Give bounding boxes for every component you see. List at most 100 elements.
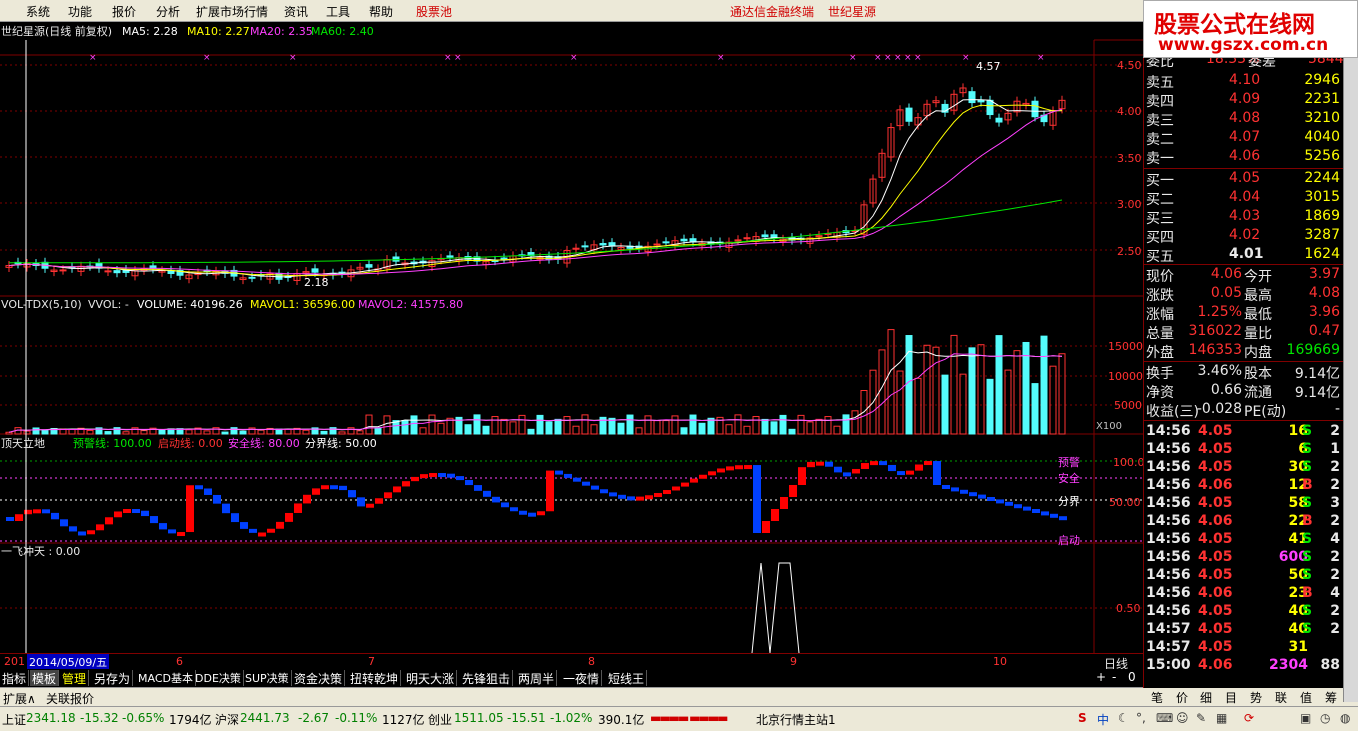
ask-volume: 2231 <box>1304 91 1340 107</box>
volume-bar <box>824 416 832 435</box>
signal-marker: × <box>962 53 970 63</box>
volume-bar <box>113 427 121 435</box>
candle-body <box>734 239 742 242</box>
sh-index-name[interactable]: 上证 <box>2 711 26 728</box>
tick-side: B <box>1302 585 1313 601</box>
ind1-block <box>177 532 185 537</box>
ind1-block <box>717 468 725 473</box>
tab-manage[interactable]: 管理 <box>60 670 90 686</box>
menu-ext-market[interactable]: 扩展市场行情 <box>196 3 268 20</box>
moon-icon[interactable]: ☾ <box>1118 711 1129 725</box>
price-tick: 4.00 <box>1117 105 1142 118</box>
ind1-block <box>96 524 104 531</box>
volume-bar <box>986 378 994 435</box>
volume-bar <box>680 427 688 435</box>
rtab-value[interactable]: 值 <box>1300 689 1312 706</box>
ind1-block <box>987 497 995 501</box>
stock-pool-button[interactable]: 股票池 <box>416 3 452 20</box>
server-name[interactable]: 北京行情主站1 <box>756 711 836 728</box>
tab-macd[interactable]: MACD基本 <box>136 670 196 686</box>
grid-icon[interactable]: ▦ <box>1216 711 1227 725</box>
user-icon[interactable]: ☺ <box>1176 711 1189 725</box>
add-button[interactable]: + <box>1096 670 1106 684</box>
tick-count: 2 <box>1330 549 1340 565</box>
sz-index-name[interactable]: 沪深 <box>215 711 239 728</box>
ind1-start-label: 启动线: 0.00 <box>158 436 223 450</box>
menu-function[interactable]: 功能 <box>68 3 92 20</box>
candle-body <box>662 241 670 244</box>
rtab-price[interactable]: 价 <box>1176 689 1188 706</box>
punct-icon[interactable]: °, <box>1136 711 1146 725</box>
remove-button[interactable]: - <box>1112 670 1116 684</box>
menu-analysis[interactable]: 分析 <box>156 3 180 20</box>
cy-index-name[interactable]: 创业 <box>428 711 452 728</box>
tab-capital[interactable]: 资金决策 <box>292 670 346 686</box>
tick-time: 14:57 <box>1146 639 1191 655</box>
zero-button[interactable]: 0 <box>1128 670 1136 684</box>
menu-news[interactable]: 资讯 <box>284 3 308 20</box>
rtab-detail[interactable]: 细 <box>1200 689 1212 706</box>
calc-icon[interactable]: ▣ <box>1300 711 1311 725</box>
candle-body <box>680 238 688 242</box>
ind1-block <box>1041 511 1049 516</box>
ind1-block <box>681 482 689 487</box>
stat-value: 169669 <box>1286 342 1340 358</box>
stat-label: 涨跌 <box>1146 288 1174 304</box>
ind1-block <box>276 521 284 529</box>
stat-value: 316022 <box>1188 323 1242 339</box>
tab-dde[interactable]: DDE决策 <box>193 670 244 686</box>
globe-icon[interactable]: ◍ <box>1340 711 1350 725</box>
low-price-label: 2.18 <box>304 276 329 289</box>
rtab-chips[interactable]: 筹 <box>1325 689 1337 706</box>
ind1-block <box>69 526 77 532</box>
volume-label: VOLUME: 40196.26 <box>137 298 243 311</box>
tab-overnight[interactable]: 一夜情 <box>561 670 603 686</box>
keyboard-icon[interactable]: ⌨ <box>1156 711 1173 725</box>
ime-chinese-icon[interactable]: 中 <box>1097 711 1109 728</box>
right-toolbar <box>1343 22 1358 702</box>
candle-body <box>905 107 913 122</box>
tab-save-as[interactable]: 另存为 <box>92 670 134 686</box>
tab-indicator[interactable]: 指标 <box>0 670 30 686</box>
rtab-tick[interactable]: 笔 <box>1151 689 1163 706</box>
refresh-icon[interactable]: ⟳ <box>1244 711 1254 725</box>
tab-short-king[interactable]: 短线王 <box>606 670 648 686</box>
date-tick: 10 <box>993 655 1007 668</box>
tab-sup[interactable]: SUP决策 <box>243 670 292 686</box>
volume-bar <box>410 415 418 435</box>
ind1-block <box>528 512 536 517</box>
stat-value: 0.47 <box>1308 323 1340 339</box>
tab-vanguard[interactable]: 先锋狙击 <box>460 670 514 686</box>
kline-chart-area[interactable]: × × × × × × × × × × × × × × × 世纪星源(日线 前复权) MA5: 2.28 M… <box>0 22 1143 653</box>
volume-bar <box>743 425 751 435</box>
volume-bar <box>644 415 652 435</box>
volume-bar <box>1058 353 1066 435</box>
expand-button[interactable]: 扩展∧ <box>3 690 36 707</box>
signal-marker: × <box>444 53 452 63</box>
tab-reverse[interactable]: 扭转乾坤 <box>348 670 402 686</box>
price-tick: 3.50 <box>1117 152 1142 165</box>
tab-tomorrow[interactable]: 明天大涨 <box>404 670 458 686</box>
rtab-trend[interactable]: 势 <box>1250 689 1262 706</box>
rtab-list[interactable]: 目 <box>1225 689 1237 706</box>
tab-template[interactable]: 模板 <box>30 670 60 686</box>
wrench-icon[interactable]: ✎ <box>1196 711 1206 725</box>
date-tick: 7 <box>368 655 375 668</box>
menu-tools[interactable]: 工具 <box>326 3 350 20</box>
volume-bar <box>32 427 40 435</box>
rtab-related[interactable]: 联 <box>1275 689 1287 706</box>
tick-count: 2 <box>1330 603 1340 619</box>
volume-bar <box>437 422 445 435</box>
tick-count: 2 <box>1330 459 1340 475</box>
mavol1-label: MAVOL1: 36596.00 <box>250 298 355 311</box>
tab-two-weeks[interactable]: 两周半 <box>516 670 558 686</box>
clock-icon[interactable]: ◷ <box>1320 711 1330 725</box>
menu-quote[interactable]: 报价 <box>112 3 136 20</box>
ind2-tick: 0.50 <box>1116 602 1141 615</box>
related-quote-button[interactable]: 关联报价 <box>46 690 94 707</box>
menu-help[interactable]: 帮助 <box>369 3 393 20</box>
sogou-icon[interactable]: S <box>1078 711 1087 725</box>
ind1-block <box>1005 501 1013 506</box>
ind1-block <box>78 531 86 536</box>
menu-system[interactable]: 系统 <box>26 3 50 20</box>
